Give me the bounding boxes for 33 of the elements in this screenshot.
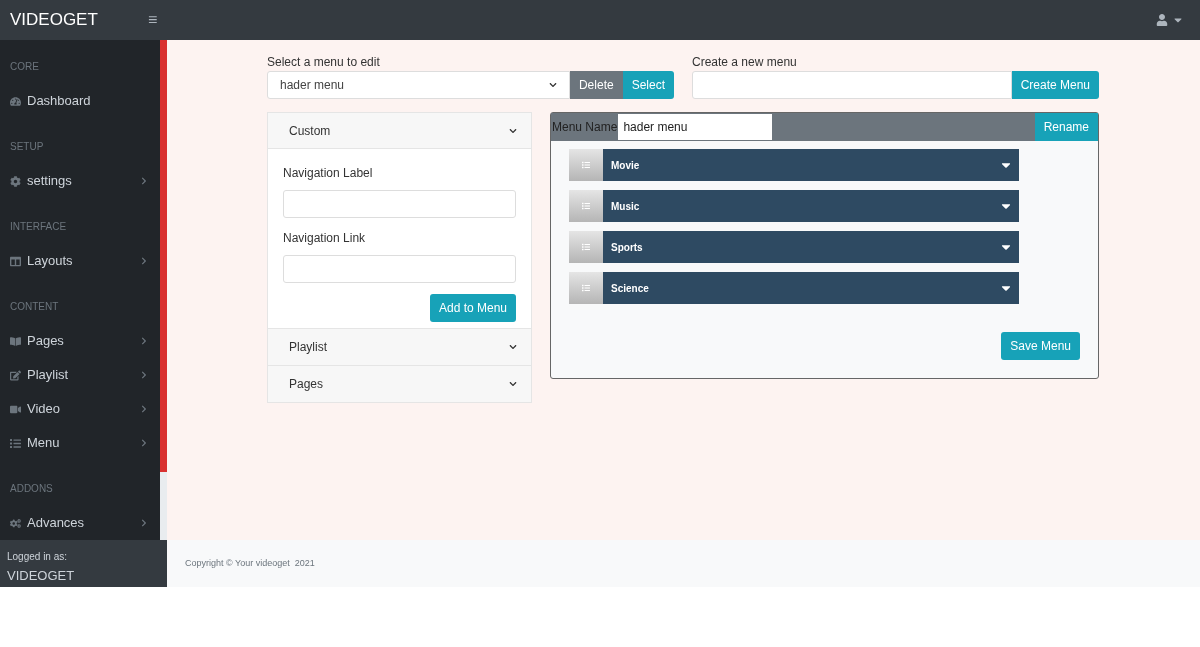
- field-label: Navigation Link: [283, 230, 367, 247]
- sidebar-item[interactable]: Pages: [0, 324, 160, 358]
- menu-select[interactable]: hader menu: [267, 71, 570, 99]
- sidebar-item[interactable]: Video: [0, 392, 160, 426]
- sidebar-item[interactable]: Advances: [0, 506, 160, 540]
- menu-structure-row[interactable]: Sports: [569, 231, 1019, 263]
- menu-toggle[interactable]: ≡: [148, 12, 158, 28]
- brand-title[interactable]: VIDEOGET: [10, 7, 148, 33]
- select-menu-label: Select a menu to edit: [267, 54, 381, 70]
- sidebar-heading: CORE: [9, 60, 40, 74]
- sidebar-item[interactable]: Layouts: [0, 244, 160, 278]
- user-name: VIDEOGET: [7, 567, 76, 585]
- sidebar-heading: ADDONS: [9, 482, 54, 496]
- accordion-header[interactable]: Pages: [268, 366, 531, 402]
- accordion-header[interactable]: Playlist: [268, 329, 531, 365]
- logged-in-caption: Logged in as:: [7, 550, 69, 564]
- menu-name-field[interactable]: hader menu: [618, 114, 773, 140]
- sidebar-heading: CONTENT: [9, 300, 60, 314]
- delete-button[interactable]: Delete: [569, 71, 623, 99]
- menu-structure-row[interactable]: Music: [569, 190, 1019, 222]
- sidebar-heading: SETUP: [9, 140, 45, 154]
- sidebar-item[interactable]: settings: [0, 164, 160, 198]
- sidebar-item[interactable]: Dashboard: [0, 84, 160, 118]
- sidebar-item[interactable]: Menu: [0, 426, 160, 460]
- field-label: Navigation Label: [283, 165, 374, 182]
- menu-name-label: Menu Name: [551, 119, 619, 136]
- menu-structure-row[interactable]: Movie: [569, 149, 1019, 181]
- accordion-header[interactable]: Custom: [268, 113, 531, 149]
- sidebar-item[interactable]: Playlist: [0, 358, 160, 392]
- sidebar-heading: INTERFACE: [9, 220, 68, 234]
- create-menu-label: Create a new menu: [692, 54, 798, 70]
- menu-structure-row[interactable]: Science: [569, 272, 1019, 304]
- copyright-text: Copyright © Your videoget 2021: [185, 556, 315, 570]
